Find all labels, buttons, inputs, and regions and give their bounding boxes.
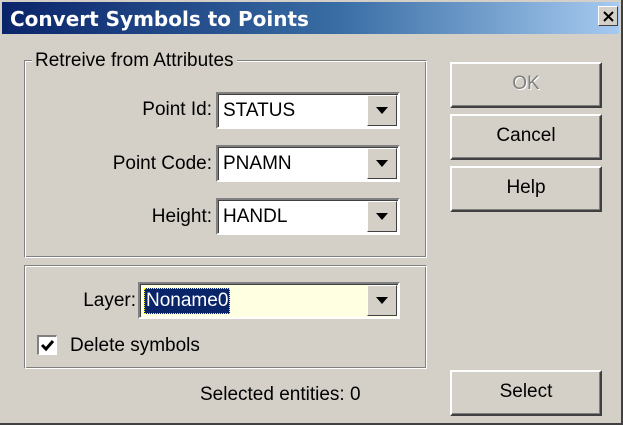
point-id-combo[interactable]: STATUS xyxy=(216,92,400,129)
point-code-label: Point Code: xyxy=(112,153,212,174)
close-icon xyxy=(603,11,614,22)
dialog-title: Convert Symbols to Points xyxy=(10,7,309,31)
help-button[interactable]: Help xyxy=(450,166,602,212)
layer-dropdown-button[interactable] xyxy=(367,285,397,316)
height-value: HANDL xyxy=(223,206,288,227)
height-combo[interactable]: HANDL xyxy=(216,198,400,235)
select-button[interactable]: Select xyxy=(450,370,602,416)
point-code-value: PNAMN xyxy=(223,153,292,174)
delete-symbols-checkbox[interactable] xyxy=(37,335,57,355)
close-button[interactable] xyxy=(598,6,618,26)
layer-combo[interactable]: Noname0 xyxy=(138,282,400,319)
point-id-value: STATUS xyxy=(223,100,296,121)
chevron-down-icon xyxy=(376,297,388,304)
cancel-button[interactable]: Cancel xyxy=(450,114,602,160)
chevron-down-icon xyxy=(376,213,388,220)
point-id-dropdown-button[interactable] xyxy=(367,95,397,126)
height-label: Height: xyxy=(151,206,212,227)
delete-symbols-label[interactable]: Delete symbols xyxy=(70,334,200,358)
height-dropdown-button[interactable] xyxy=(367,201,397,232)
convert-symbols-dialog: Convert Symbols to Points Retreive from … xyxy=(0,0,623,425)
checkmark-icon xyxy=(40,340,55,352)
title-bar[interactable]: Convert Symbols to Points xyxy=(2,2,619,34)
selected-entities-status: Selected entities: 0 xyxy=(200,384,361,405)
point-code-dropdown-button[interactable] xyxy=(367,148,397,179)
point-code-combo[interactable]: PNAMN xyxy=(216,145,400,182)
attributes-group-legend: Retreive from Attributes xyxy=(32,50,237,72)
chevron-down-icon xyxy=(376,160,388,167)
chevron-down-icon xyxy=(376,107,388,114)
ok-button[interactable]: OK xyxy=(450,62,602,108)
layer-value: Noname0 xyxy=(144,288,231,314)
point-id-label: Point Id: xyxy=(142,99,212,120)
layer-label: Layer: xyxy=(83,290,136,311)
